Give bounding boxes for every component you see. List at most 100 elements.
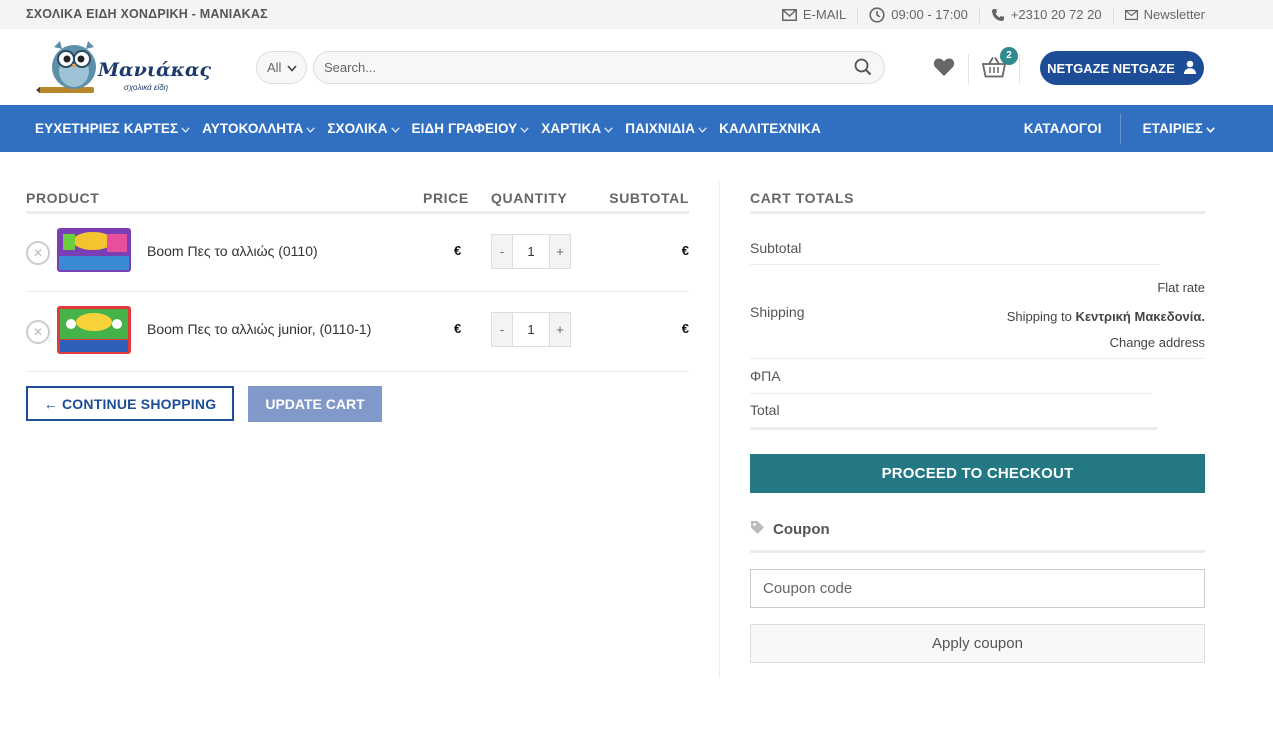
cart-totals-title: CART TOTALS	[750, 190, 855, 206]
shipping-destination: Shipping to Κεντρική Μακεδονία.	[1007, 309, 1205, 324]
owl-logo-icon	[36, 41, 96, 93]
product-price: €	[454, 243, 462, 258]
site-logo[interactable]: Μανιάκας σχολικά είδη	[36, 37, 211, 99]
newsletter-label: Newsletter	[1143, 7, 1205, 22]
store-tagline: ΣΧΟΛΙΚΑ ΕΙΔΗ ΧΟΝΔΡΙΚΗ - ΜΑΝΙΑΚΑΣ	[26, 7, 268, 21]
nav-item-catalogs[interactable]: ΚΑΤΑΛΟΓΟΙ	[1024, 121, 1102, 136]
site-header: Μανιάκας σχολικά είδη All Search... 2 NE…	[0, 29, 1273, 105]
divider	[968, 54, 969, 84]
search-input[interactable]: Search...	[313, 51, 885, 84]
nav-item-label: ΑΥΤΟΚΟΛΛΗΤΑ	[202, 121, 304, 136]
top-bar: ΣΧΟΛΙΚΑ ΕΙΔΗ ΧΟΝΔΡΙΚΗ - ΜΑΝΙΑΚΑΣ E-MAIL …	[0, 0, 1273, 29]
row-divider	[750, 427, 1157, 430]
product-thumbnail[interactable]	[57, 306, 131, 356]
hours-label: 09:00 - 17:00	[891, 7, 968, 22]
nav-item-2[interactable]: ΣΧΟΛΙΚΑ	[327, 121, 400, 136]
nav-item-label: ΕΤΑΙΡΙΕΣ	[1142, 121, 1203, 136]
column-divider	[719, 182, 720, 678]
chevron-down-icon	[1206, 121, 1215, 136]
coupon-header: Coupon	[750, 520, 830, 539]
nav-item-4[interactable]: ΧΑΡΤΙΚΑ	[541, 121, 613, 136]
divider	[857, 6, 859, 23]
account-button[interactable]: NETGAZE NETGAZE	[1040, 51, 1204, 85]
quantity-input[interactable]: 1	[512, 313, 550, 346]
nav-item-label: ΧΑΡΤΙΚΑ	[541, 121, 602, 136]
product-name-link[interactable]: Boom Πες το αλλιώς (0110)	[147, 243, 318, 259]
divider	[978, 6, 980, 23]
table-row: ✕ Boom Πες το αλλιώς (0110) € - 1 + €	[26, 214, 689, 292]
main-nav: ΕΥΧΕΤΗΡΙΕΣ ΚΑΡΤΕΣ ΑΥΤΟΚΟΛΛΗΤΑ ΣΧΟΛΙΚΑ ΕΙΔΗ …	[0, 105, 1273, 152]
nav-item-1[interactable]: ΑΥΤΟΚΟΛΛΗΤΑ	[202, 121, 316, 136]
remove-item-button[interactable]: ✕	[26, 320, 50, 344]
quantity-input[interactable]: 1	[512, 235, 550, 268]
category-select[interactable]: All	[256, 51, 307, 84]
logo-subtext: σχολικά είδη	[124, 83, 169, 92]
basket-icon	[981, 56, 1007, 82]
nav-item-6[interactable]: ΚΑΛΛΙΤΕΧΝΙΚΑ	[719, 121, 821, 136]
row-divider	[750, 393, 1151, 394]
cart-count-badge: 2	[1000, 46, 1018, 65]
coupon-title: Coupon	[773, 521, 830, 538]
tax-label: ΦΠΑ	[750, 368, 781, 384]
nav-item-companies[interactable]: ΕΤΑΙΡΙΕΣ	[1143, 121, 1215, 136]
shipping-label: Shipping	[750, 304, 805, 320]
phone-label: +2310 20 72 20	[1010, 7, 1102, 22]
product-subtotal: €	[681, 243, 689, 258]
change-address-link[interactable]: Change address	[1110, 335, 1205, 350]
phone-icon	[991, 8, 1005, 22]
logo-text: Μανιάκας	[98, 59, 212, 81]
heart-icon[interactable]	[933, 57, 955, 82]
column-header-price: PRICE	[423, 190, 469, 206]
quantity-decrease-button[interactable]: -	[492, 235, 512, 268]
category-select-value: All	[267, 60, 282, 75]
nav-item-label: ΣΧΟΛΙΚΑ	[327, 121, 388, 136]
nav-item-3[interactable]: ΕΙΔΗ ΓΡΑΦΕΙΟΥ	[412, 121, 530, 136]
nav-item-0[interactable]: ΕΥΧΕΤΗΡΙΕΣ ΚΑΡΤΕΣ	[35, 121, 190, 136]
chevron-down-icon	[698, 121, 707, 136]
quantity-increase-button[interactable]: +	[550, 235, 570, 268]
product-subtotal: €	[681, 321, 689, 336]
coupon-code-input[interactable]: Coupon code	[750, 569, 1205, 608]
hours-info: 09:00 - 17:00	[869, 6, 968, 23]
column-header-product: PRODUCT	[26, 190, 100, 206]
newsletter-link[interactable]: Newsletter	[1124, 7, 1205, 22]
top-links: E-MAIL 09:00 - 17:00 +2310 20 72 20 News…	[781, 0, 1205, 29]
proceed-to-checkout-button[interactable]: PROCEED TO CHECKOUT	[750, 454, 1205, 493]
subtotal-label: Subtotal	[750, 240, 802, 256]
apply-coupon-button[interactable]: Apply coupon	[750, 624, 1205, 663]
row-divider	[750, 358, 1205, 359]
quantity-stepper: - 1 +	[491, 234, 571, 269]
divider	[1119, 113, 1121, 144]
update-cart-button[interactable]: UPDATE CART	[248, 386, 382, 422]
continue-shopping-button[interactable]: ← CONTINUE SHOPPING	[26, 386, 234, 421]
chevron-down-icon	[390, 121, 400, 136]
account-label: NETGAZE NETGAZE	[1047, 60, 1175, 76]
coupon-divider	[750, 550, 1205, 553]
clock-icon	[869, 6, 885, 23]
product-thumbnail[interactable]	[57, 228, 131, 278]
remove-item-button[interactable]: ✕	[26, 241, 50, 265]
nav-item-label: ΚΑΛΛΙΤΕΧΝΙΚΑ	[719, 121, 821, 136]
envelope-icon	[781, 8, 797, 21]
nav-item-label: ΚΑΤΑΛΟΓΟΙ	[1023, 121, 1102, 136]
column-header-subtotal: SUBTOTAL	[609, 190, 689, 206]
phone-link[interactable]: +2310 20 72 20	[991, 7, 1102, 22]
shipping-method: Flat rate	[1157, 280, 1205, 295]
chevron-down-icon	[520, 121, 529, 136]
header-icons: 2	[933, 46, 1033, 84]
cart-button[interactable]: 2	[981, 46, 1018, 83]
header-divider	[750, 211, 1205, 214]
nav-item-label: ΕΙΔΗ ΓΡΑΦΕΙΟΥ	[411, 121, 518, 136]
row-divider	[750, 264, 1160, 265]
envelope-icon	[1124, 9, 1138, 20]
quantity-decrease-button[interactable]: -	[492, 313, 512, 346]
nav-item-5[interactable]: ΠΑΙΧΝΙΔΙΑ	[625, 121, 707, 136]
quantity-increase-button[interactable]: +	[550, 313, 570, 346]
search-icon[interactable]	[854, 58, 872, 81]
nav-item-label: ΕΥΧΕΤΗΡΙΕΣ ΚΑΡΤΕΣ	[35, 121, 179, 136]
email-link[interactable]: E-MAIL	[781, 7, 846, 22]
nav-right: ΚΑΤΑΛΟΓΟΙ ΕΤΑΙΡΙΕΣ	[1024, 105, 1273, 152]
chevron-down-icon	[306, 121, 316, 136]
chevron-down-icon	[181, 121, 190, 136]
product-name-link[interactable]: Boom Πες το αλλιώς junior, (0110-1)	[147, 321, 371, 337]
